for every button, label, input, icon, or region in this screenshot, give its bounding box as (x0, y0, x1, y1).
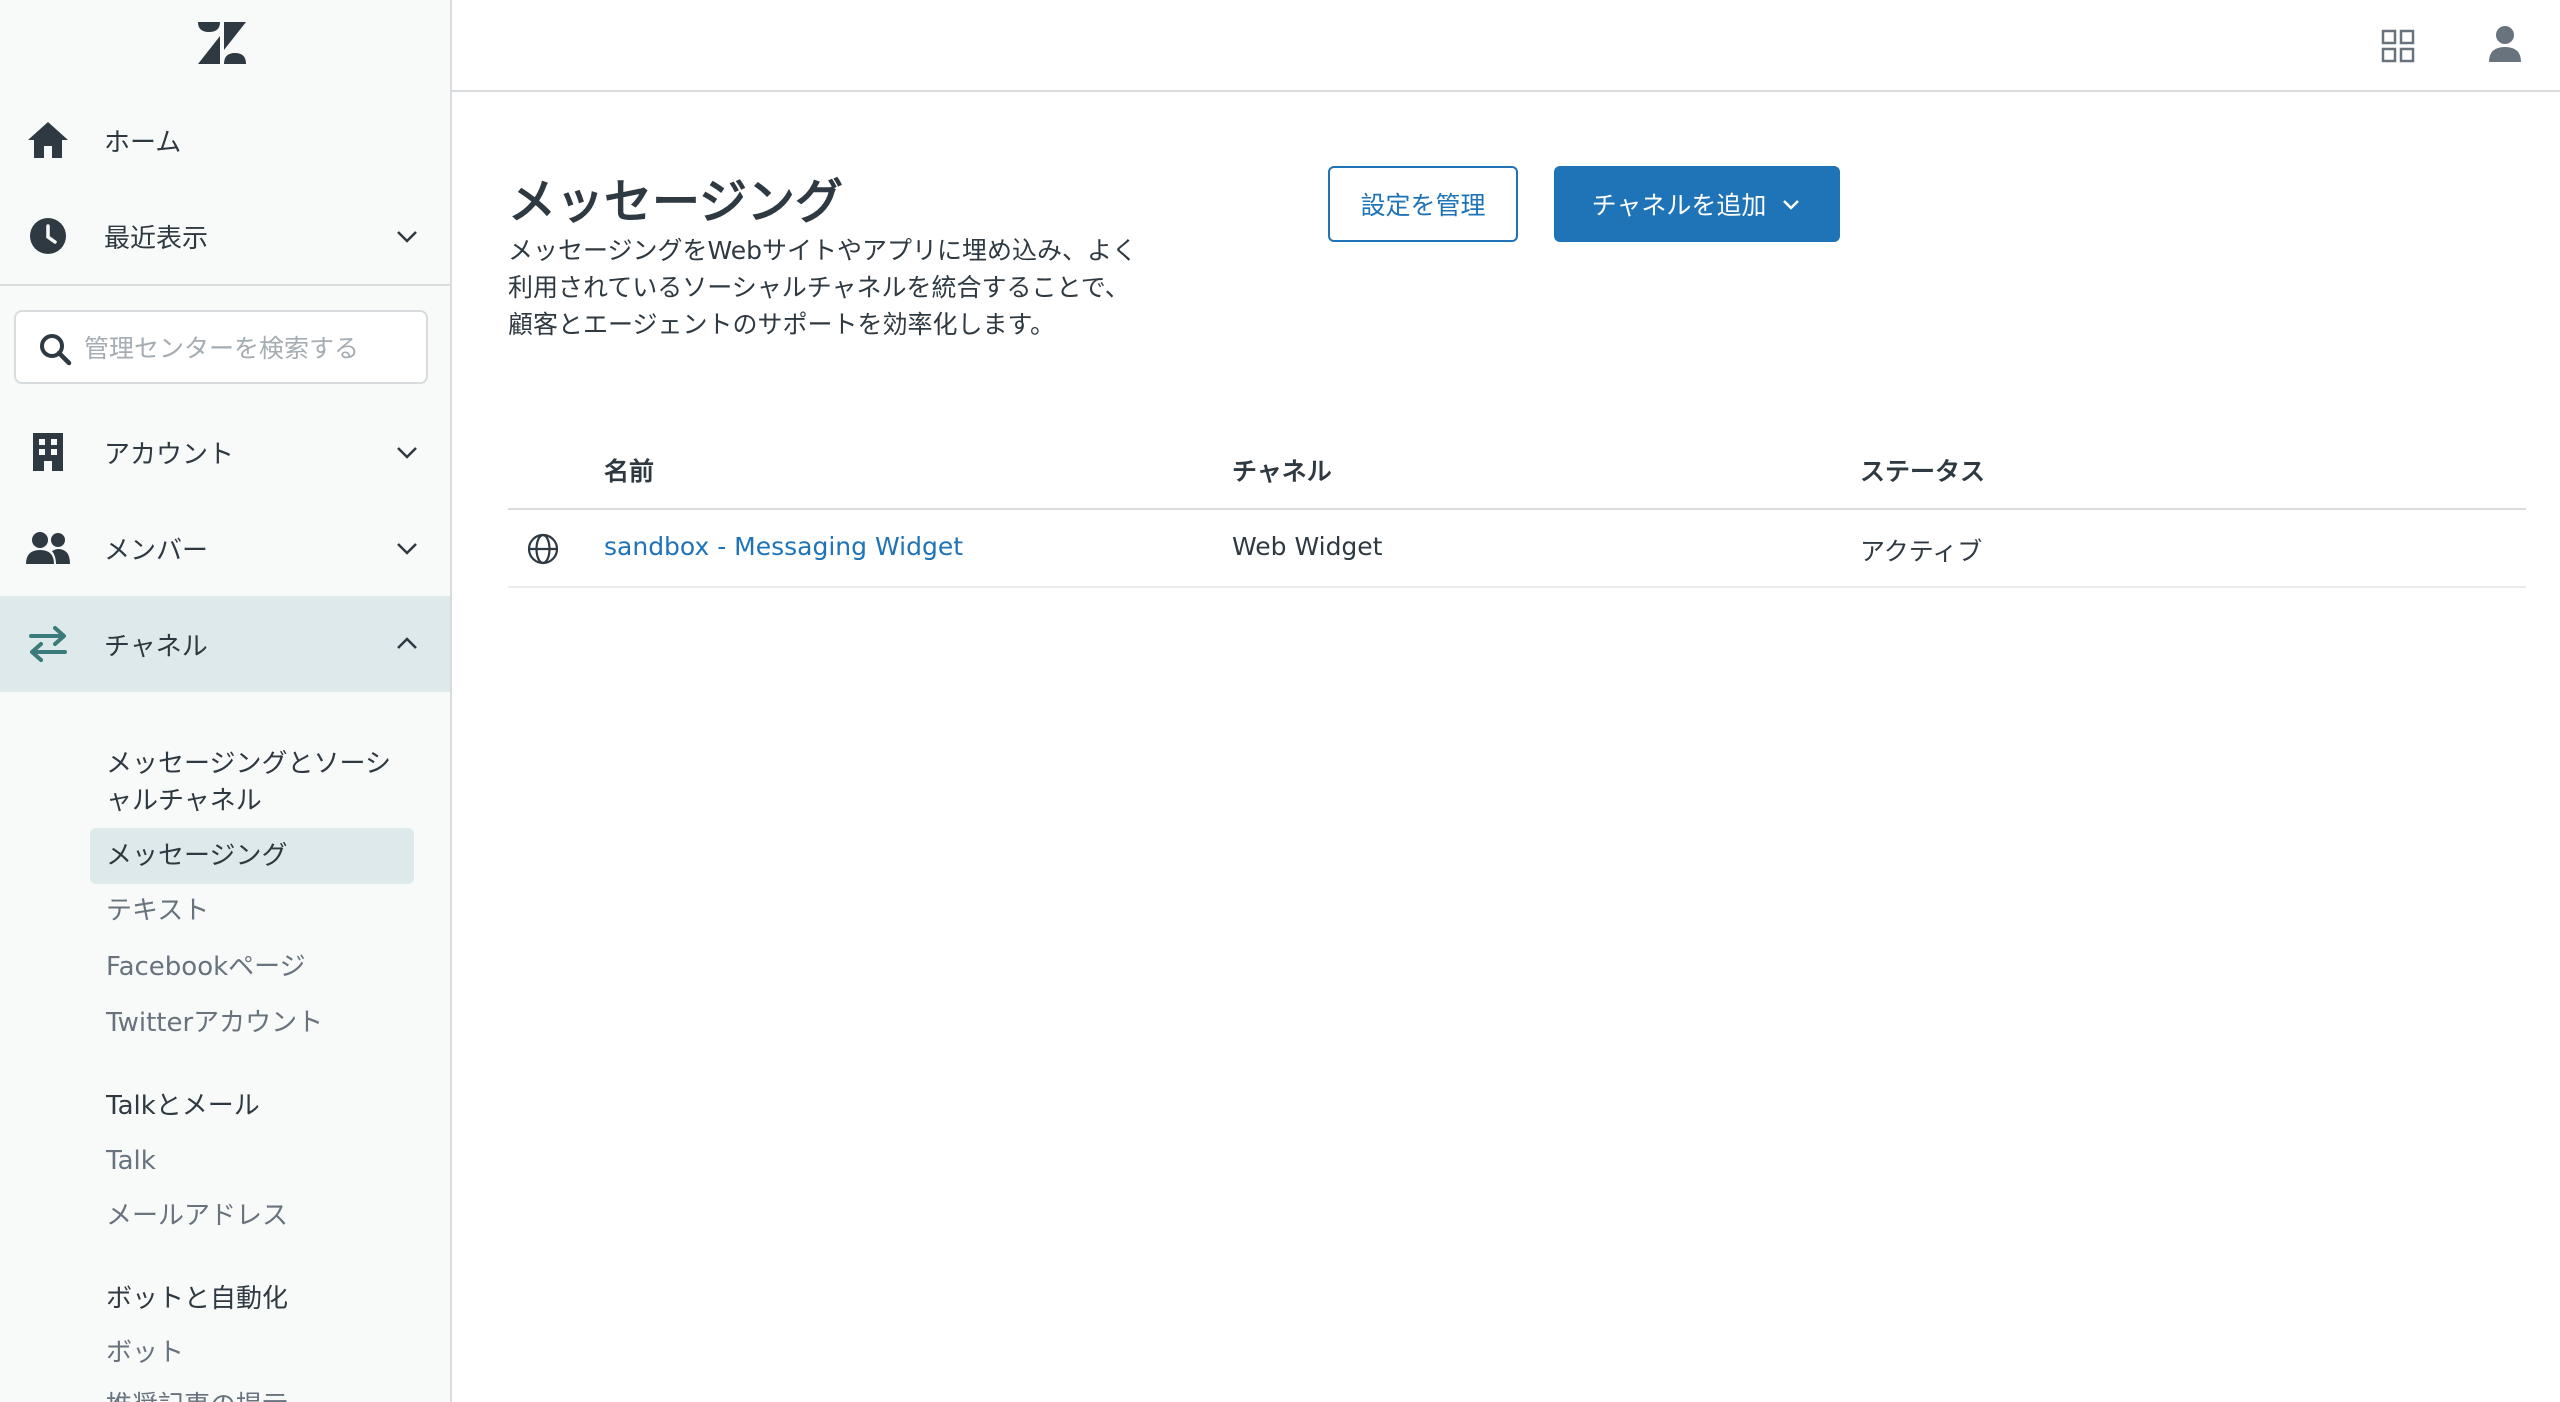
subnav-heading-messaging-social-cont: ャルチャネル (106, 786, 262, 816)
search-input[interactable] (84, 324, 414, 372)
admin-search[interactable] (14, 310, 428, 384)
page-description: メッセージングをWebサイトやアプリに埋め込み、よく利用されているソーシャルチャ… (508, 236, 1138, 339)
subnav-heading-talk-email: Talkとメール (106, 1091, 260, 1121)
subnav-item-twitter[interactable]: Twitterアカウント (106, 1005, 323, 1042)
chevron-down-icon (397, 231, 417, 243)
admin-center: ホーム 最近表示 アカウント メンバー (0, 0, 2560, 1402)
building-icon (24, 428, 72, 476)
nav-account-label: アカウント (104, 439, 235, 470)
nav-home[interactable]: ホーム (0, 92, 450, 188)
search-icon (40, 334, 72, 366)
chevron-down-icon (1783, 200, 1800, 210)
manage-settings-button[interactable]: 設定を管理 (1328, 166, 1518, 242)
add-channel-button[interactable]: チャネルを追加 (1554, 166, 1840, 242)
column-header-channel[interactable]: チャネル (1232, 452, 1332, 488)
chevron-down-icon (397, 543, 417, 555)
subnav-heading-bots: ボットと自動化 (106, 1284, 289, 1314)
home-icon (24, 116, 72, 164)
chevron-up-icon (397, 637, 417, 649)
sidebar: ホーム 最近表示 アカウント メンバー (0, 0, 452, 1402)
row-name-link[interactable]: sandbox - Messaging Widget (604, 532, 963, 561)
nav-channels[interactable]: チャネル (0, 596, 450, 692)
nav-recent-label: 最近表示 (104, 223, 209, 254)
chevron-down-icon (397, 447, 417, 459)
people-icon (24, 524, 72, 572)
row-channel: Web Widget (1232, 532, 1383, 561)
subnav-item-bots[interactable]: ボット (106, 1335, 184, 1372)
user-icon[interactable] (2486, 24, 2524, 64)
add-channel-label: チャネルを追加 (1591, 191, 1767, 220)
apps-grid-icon[interactable] (2380, 28, 2416, 64)
subnav-item-talk[interactable]: Talk (106, 1143, 156, 1180)
subnav-item-email[interactable]: メールアドレス (106, 1198, 288, 1235)
nav-members-label: メンバー (104, 535, 209, 566)
arrows-swap-icon (24, 620, 72, 668)
nav-recent[interactable]: 最近表示 (0, 188, 450, 284)
subnav-item-article-recommendations[interactable]: 推奨記事の提示 (106, 1388, 288, 1402)
table-row-divider (508, 586, 2526, 588)
row-status: アクティブ (1860, 537, 1983, 566)
sidebar-divider (0, 284, 450, 286)
top-bar (452, 0, 2560, 92)
manage-settings-label: 設定を管理 (1360, 191, 1486, 220)
zendesk-logo[interactable] (196, 20, 248, 68)
subnav-item-facebook[interactable]: Facebookページ (106, 949, 306, 986)
column-header-name[interactable]: 名前 (604, 452, 654, 488)
globe-icon (527, 533, 559, 565)
nav-home-label: ホーム (104, 127, 182, 158)
nav-members[interactable]: メンバー (0, 500, 450, 596)
nav-account[interactable]: アカウント (0, 404, 450, 500)
page-title: メッセージング (508, 174, 844, 230)
subnav-item-messaging[interactable]: メッセージング (90, 828, 414, 884)
subnav-item-text[interactable]: テキスト (106, 893, 209, 930)
nav-channels-label: チャネル (104, 631, 208, 662)
table-row[interactable]: sandbox - Messaging Widget Web Widget アク… (508, 510, 2526, 588)
clock-icon (24, 212, 72, 260)
subnav-heading-messaging-social: メッセージングとソーシ (106, 749, 391, 779)
column-header-status[interactable]: ステータス (1860, 452, 1985, 488)
